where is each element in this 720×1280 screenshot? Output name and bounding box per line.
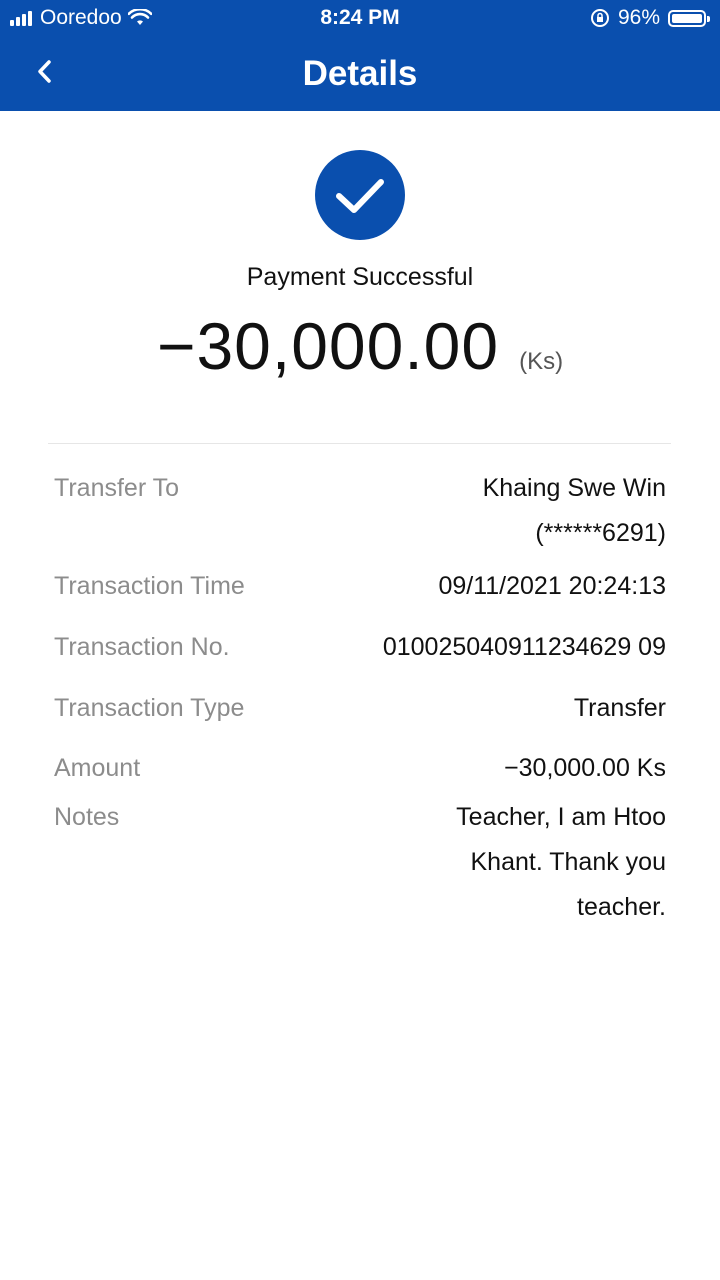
- amount-currency: (Ks): [519, 348, 564, 375]
- battery-icon: [668, 9, 710, 27]
- transfer-to-label: Transfer To: [54, 474, 180, 502]
- payment-status: Payment Successful: [246, 263, 474, 291]
- divider: [48, 443, 671, 444]
- detail-row-transaction-time: Transaction Time 09/11/2021 20:24:13: [54, 564, 666, 609]
- notes-line: Khant. Thank you: [470, 848, 666, 876]
- transaction-time-label: Transaction Time: [54, 572, 245, 600]
- notes-value: Teacher, I am Htoo Khant. Thank you teac…: [456, 795, 666, 930]
- amount-value: −30,000.00: [156, 309, 500, 383]
- transaction-no-value: 010025040911234629 09: [382, 633, 666, 661]
- detail-row-transaction-no: Transaction No. 010025040911234629 09: [54, 625, 666, 670]
- amount-label: Amount: [54, 754, 141, 782]
- transaction-no-label: Transaction No.: [54, 633, 230, 661]
- recipient-account: (******6291): [535, 519, 666, 547]
- recipient-name: Khaing Swe Win: [482, 474, 666, 502]
- status-bar: Ooredoo 8:24 PM 96%: [0, 0, 720, 38]
- page-title: Details: [302, 54, 418, 93]
- header: Ooredoo 8:24 PM 96% Details: [0, 0, 720, 111]
- success-check-icon: [315, 150, 405, 240]
- transaction-type-value: Transfer: [573, 694, 666, 722]
- transfer-to-value: Khaing Swe Win (******6291): [483, 466, 666, 556]
- detail-row-amount: Amount −30,000.00 Ks: [54, 746, 666, 791]
- amount-display: −30,000.00 (Ks): [0, 308, 720, 384]
- detail-row-transfer-to: Transfer To Khaing Swe Win (******6291): [54, 466, 666, 556]
- battery-percent: 96%: [617, 6, 660, 29]
- notes-line: teacher.: [577, 893, 666, 921]
- notes-label: Notes: [54, 803, 120, 831]
- orientation-lock-icon: [590, 9, 609, 27]
- transaction-type-label: Transaction Type: [54, 694, 245, 722]
- nav-bar: Details: [0, 38, 720, 111]
- notes-line: Teacher, I am Htoo: [456, 803, 666, 831]
- detail-row-notes: Notes Teacher, I am Htoo Khant. Thank yo…: [54, 795, 666, 930]
- amount-detail-value: −30,000.00 Ks: [504, 754, 666, 782]
- transaction-time-value: 09/11/2021 20:24:13: [438, 572, 666, 600]
- detail-row-transaction-type: Transaction Type Transfer: [54, 686, 666, 731]
- battery-info: 96%: [590, 6, 710, 30]
